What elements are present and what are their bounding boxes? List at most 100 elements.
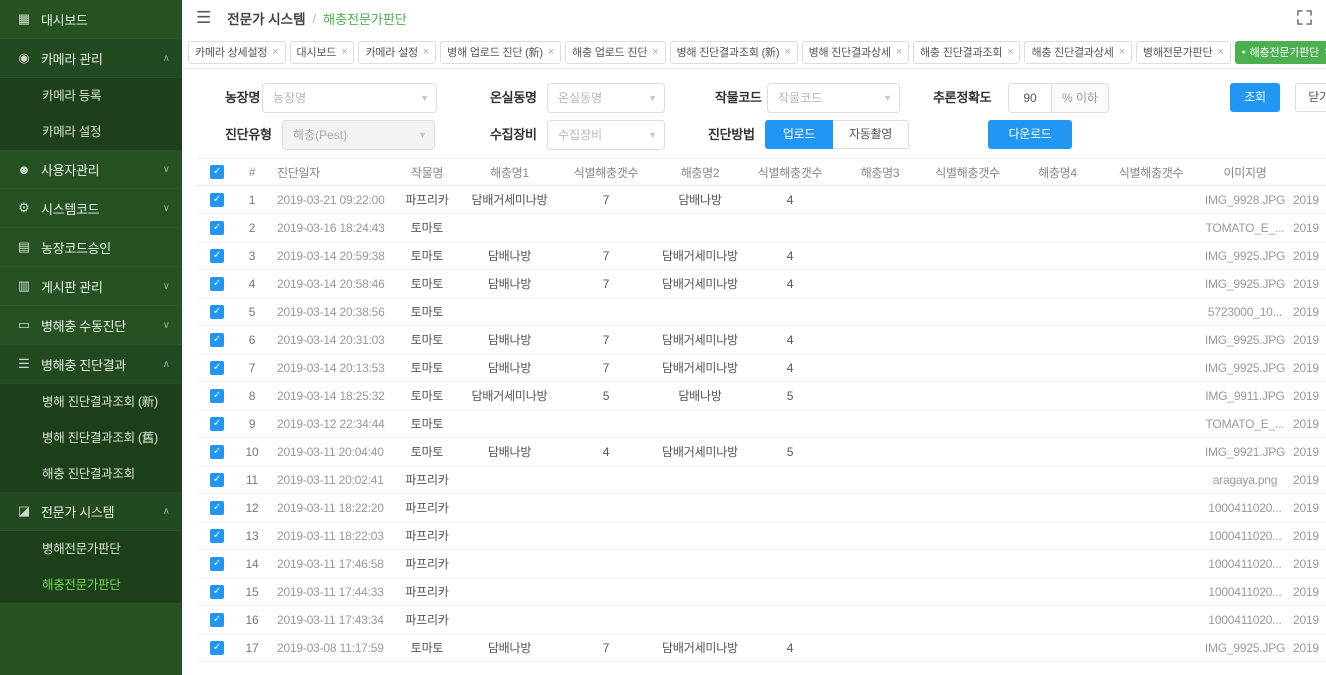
caret-down-icon: ▼ — [648, 84, 657, 112]
sidebar-subitem[interactable]: 병해 진단결과조회 (新) — [0, 384, 182, 420]
accuracy-input[interactable] — [1008, 83, 1052, 113]
table-row[interactable]: ✓142019-03-11 17:46:58파프리카1000411020...2… — [197, 550, 1326, 578]
tab-close-icon[interactable]: × — [341, 46, 347, 58]
sidebar-subitem[interactable]: 해충전문가판단 — [0, 567, 182, 603]
sidebar-item[interactable]: ▥게시판 관리∨ — [0, 267, 182, 306]
greenhouse-select[interactable]: 온실동명 ▼ — [547, 83, 665, 113]
table-row[interactable]: ✓102019-03-11 20:04:40토마토담배나방4담배거세미나방5IM… — [197, 438, 1326, 466]
sidebar-item[interactable]: ⚙시스템코드∨ — [0, 189, 182, 228]
tab[interactable]: 병해 진단결과상세× — [802, 41, 909, 64]
row-checkbox[interactable]: ✓ — [210, 249, 224, 263]
sidebar-item[interactable]: ☰병해충 진단결과∧ — [0, 345, 182, 384]
sidebar-subitem[interactable]: 병해 진단결과조회 (舊) — [0, 420, 182, 456]
row-checkbox[interactable]: ✓ — [210, 417, 224, 431]
table-row[interactable]: ✓12019-03-21 09:22:00파프리카담배거세미나방7담배나방4IM… — [197, 186, 1326, 214]
sidebar-subitem[interactable]: 카메라 등록 — [0, 78, 182, 114]
tab[interactable]: 해충 진단결과상세× — [1024, 41, 1131, 64]
row-checkbox[interactable]: ✓ — [210, 193, 224, 207]
auto-capture-toggle-button[interactable]: 자동촬영 — [833, 120, 909, 149]
table-cell-cnt: 7 — [557, 270, 655, 298]
table-row[interactable]: ✓42019-03-14 20:58:46토마토담배나방7담배거세미나방4IMG… — [197, 270, 1326, 298]
select-all-checkbox[interactable]: ✓ — [210, 165, 224, 179]
tab-close-icon[interactable]: × — [548, 46, 554, 58]
row-checkbox[interactable]: ✓ — [210, 221, 224, 235]
table-cell-cnt — [745, 466, 835, 494]
sidebar-item[interactable]: ▦대시보드 — [0, 0, 182, 39]
device-select[interactable]: 수집장비 ▼ — [547, 120, 665, 150]
upload-toggle-button[interactable]: 업로드 — [765, 120, 833, 149]
close-button[interactable]: 닫기 — [1295, 83, 1326, 112]
table-cell-pest — [1010, 214, 1105, 242]
table-row[interactable]: ✓132019-03-11 18:22:03파프리카1000411020...2… — [197, 522, 1326, 550]
table-row[interactable]: ✓92019-03-12 22:34:44토마토TOMATO_E_...2019 — [197, 410, 1326, 438]
row-checkbox[interactable]: ✓ — [210, 361, 224, 375]
table-cell-num: 1 — [237, 186, 267, 214]
tab[interactable]: 해충 진단결과조회× — [913, 41, 1020, 64]
table-cell-date: 2019-03-14 18:25:32 — [267, 382, 392, 410]
row-checkbox[interactable]: ✓ — [210, 557, 224, 571]
table-row[interactable]: ✓22019-03-16 18:24:43토마토TOMATO_E_...2019 — [197, 214, 1326, 242]
table-row[interactable]: ✓52019-03-14 20:38:56토마토5723000_10...201… — [197, 298, 1326, 326]
table-row[interactable]: ✓82019-03-14 18:25:32토마토담배거세미나방5담배나방5IMG… — [197, 382, 1326, 410]
row-checkbox[interactable]: ✓ — [210, 473, 224, 487]
diagnosis-type-select[interactable]: 해충(Pest) ▼ — [282, 120, 435, 150]
sidebar-item[interactable]: ▭병해충 수동진단∨ — [0, 306, 182, 345]
tab-close-icon[interactable]: × — [1217, 46, 1223, 58]
download-button[interactable]: 다운로드 — [988, 120, 1072, 149]
row-checkbox[interactable]: ✓ — [210, 305, 224, 319]
sidebar-subitem[interactable]: 카메라 설정 — [0, 114, 182, 150]
row-checkbox[interactable]: ✓ — [210, 613, 224, 627]
tab-close-icon[interactable]: × — [784, 46, 790, 58]
table-cell-crop: 파프리카 — [392, 550, 462, 578]
table-row[interactable]: ✓62019-03-14 20:31:03토마토담배나방7담배거세미나방4IMG… — [197, 326, 1326, 354]
sidebar-subitem[interactable]: 병해전문가판단 — [0, 531, 182, 567]
tab-close-icon[interactable]: × — [1007, 46, 1013, 58]
sidebar-item[interactable]: ◪전문가 시스템∧ — [0, 492, 182, 531]
tab-close-icon[interactable]: × — [652, 46, 658, 58]
tab[interactable]: 대시보드× — [290, 41, 355, 64]
table-row[interactable]: ✓72019-03-14 20:13:53토마토담배나방7담배거세미나방4IMG… — [197, 354, 1326, 382]
farm-select[interactable]: 농장명 ▼ — [262, 83, 437, 113]
row-checkbox[interactable]: ✓ — [210, 529, 224, 543]
row-checkbox[interactable]: ✓ — [210, 641, 224, 655]
table-cell-pest — [655, 410, 745, 438]
table-row[interactable]: ✓162019-03-11 17:43:34파프리카1000411020...2… — [197, 606, 1326, 634]
table-row[interactable]: ✓172019-03-08 11:17:59토마토담배나방7담배거세미나방4IM… — [197, 634, 1326, 662]
table-cell-reg: 2019 — [1293, 326, 1326, 354]
table-cell-reg: 2019 — [1293, 550, 1326, 578]
table-row[interactable]: ✓32019-03-14 20:59:38토마토담배나방7담배거세미나방4IMG… — [197, 242, 1326, 270]
sidebar-item[interactable]: ▤농장코드승인 — [0, 228, 182, 267]
tab[interactable]: 해충 업로드 진단× — [565, 41, 665, 64]
main-content: ☰ 전문가 시스템 / 해충전문가판단 카메라 상세설정×대시보드×카메라 설정… — [182, 0, 1326, 675]
tab[interactable]: 카메라 상세설정× — [188, 41, 286, 64]
fullscreen-icon[interactable] — [1297, 10, 1312, 25]
tab-active[interactable]: ●해충전문가판단× — [1235, 41, 1326, 64]
row-checkbox[interactable]: ✓ — [210, 277, 224, 291]
tab-close-icon[interactable]: × — [423, 46, 429, 58]
row-checkbox[interactable]: ✓ — [210, 501, 224, 515]
row-checkbox[interactable]: ✓ — [210, 585, 224, 599]
row-checkbox[interactable]: ✓ — [210, 445, 224, 459]
tab[interactable]: 병해 업로드 진단 (新)× — [440, 41, 561, 64]
tab[interactable]: 카메라 설정× — [358, 41, 436, 64]
menu-icon[interactable]: ☰ — [196, 8, 211, 28]
sidebar-item[interactable]: ☻사용자관리∨ — [0, 150, 182, 189]
table-row[interactable]: ✓152019-03-11 17:44:33파프리카1000411020...2… — [197, 578, 1326, 606]
row-checkbox[interactable]: ✓ — [210, 333, 224, 347]
table-cell-num: 17 — [237, 634, 267, 662]
tab-close-icon[interactable]: × — [1119, 46, 1125, 58]
tab-close-icon[interactable]: × — [896, 46, 902, 58]
results-table: ✓#진단일자작물명해충명1식별해충갯수해충명2식별해충갯수해충명3식별해충갯수해… — [197, 158, 1326, 662]
sidebar-item[interactable]: ◉카메라 관리∧ — [0, 39, 182, 78]
tab[interactable]: 병해전문가판단× — [1136, 41, 1231, 64]
table-cell-pest — [1010, 606, 1105, 634]
search-button[interactable]: 조회 — [1230, 83, 1280, 112]
sidebar-subitem-label: 카메라 등록 — [42, 89, 101, 103]
tab[interactable]: 병해 진단결과조회 (新)× — [670, 41, 798, 64]
sidebar-subitem[interactable]: 해충 진단결과조회 — [0, 456, 182, 492]
row-checkbox[interactable]: ✓ — [210, 389, 224, 403]
crop-code-select[interactable]: 작물코드 ▼ — [767, 83, 900, 113]
tab-close-icon[interactable]: × — [272, 46, 278, 58]
table-row[interactable]: ✓122019-03-11 18:22:20파프리카1000411020...2… — [197, 494, 1326, 522]
table-row[interactable]: ✓112019-03-11 20:02:41파프리카aragaya.png201… — [197, 466, 1326, 494]
